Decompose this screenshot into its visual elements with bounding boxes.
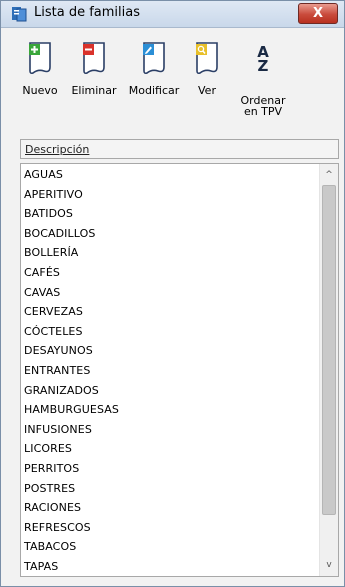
list-item[interactable]: BOLLERÍA [24, 243, 119, 263]
sort-tpv-button[interactable]: A Z Ordenar en TPV [233, 45, 293, 118]
list-item[interactable]: CERVEZAS [24, 302, 119, 322]
edit-label: Modificar [128, 84, 180, 97]
families-window: Lista de familias X Nuevo Eliminar Modif… [0, 0, 345, 587]
sort-az-icon: A Z [233, 45, 293, 75]
new-document-icon [29, 42, 51, 75]
list-items: AGUAS APERITIVO BATIDOS BOCADILLOS BOLLE… [24, 165, 119, 576]
vertical-scrollbar[interactable]: ^ v [319, 164, 338, 576]
column-header-description[interactable]: Descripción [20, 139, 339, 159]
list-item[interactable]: INFUSIONES [24, 420, 119, 440]
view-document-icon [196, 42, 218, 75]
list-item[interactable]: CAVAS [24, 283, 119, 303]
list-item[interactable]: PERRITOS [24, 459, 119, 479]
scroll-up-icon[interactable]: ^ [320, 166, 338, 184]
families-list[interactable]: AGUAS APERITIVO BATIDOS BOCADILLOS BOLLE… [20, 163, 339, 577]
view-label: Ver [198, 84, 216, 97]
sort-tpv-label-line2: en TPV [243, 105, 283, 118]
app-icon [12, 7, 27, 22]
sort-az-icon-bottom: Z [257, 57, 269, 75]
list-item[interactable]: ENTRANTES [24, 361, 119, 381]
list-item[interactable]: AGUAS [24, 165, 119, 185]
scroll-thumb[interactable] [322, 185, 336, 515]
scroll-down-icon[interactable]: v [320, 556, 338, 574]
list-item[interactable]: POSTRES [24, 479, 119, 499]
edit-button[interactable]: Modificar [126, 41, 182, 96]
list-item[interactable]: BOCADILLOS [24, 224, 119, 244]
toolbar: Nuevo Eliminar Modificar Ver A Z Ordenar… [1, 31, 344, 123]
close-button[interactable]: X [298, 3, 338, 24]
list-item[interactable]: CAFÉS [24, 263, 119, 283]
list-item[interactable]: TABACOS [24, 537, 119, 557]
title-bar[interactable]: Lista de familias X [1, 1, 344, 28]
list-item[interactable]: TAPAS [24, 557, 119, 576]
list-item[interactable]: BATIDOS [24, 204, 119, 224]
list-item[interactable]: RACIONES [24, 498, 119, 518]
delete-button[interactable]: Eliminar [69, 41, 119, 96]
close-icon: X [312, 6, 324, 21]
list-item[interactable]: APERITIVO [24, 185, 119, 205]
list-item[interactable]: CÓCTELES [24, 322, 119, 342]
view-button[interactable]: Ver [189, 41, 225, 96]
edit-document-icon [143, 42, 165, 75]
delete-label: Eliminar [71, 84, 117, 97]
window-title: Lista de familias [34, 5, 140, 20]
new-button[interactable]: Nuevo [18, 41, 62, 96]
list-item[interactable]: REFRESCOS [24, 518, 119, 538]
new-label: Nuevo [22, 84, 58, 97]
delete-document-icon [83, 42, 105, 75]
list-item[interactable]: HAMBURGUESAS [24, 400, 119, 420]
list-item[interactable]: GRANIZADOS [24, 381, 119, 401]
column-header-label: Descripción [25, 143, 90, 156]
list-item[interactable]: DESAYUNOS [24, 341, 119, 361]
list-item[interactable]: LICORES [24, 439, 119, 459]
